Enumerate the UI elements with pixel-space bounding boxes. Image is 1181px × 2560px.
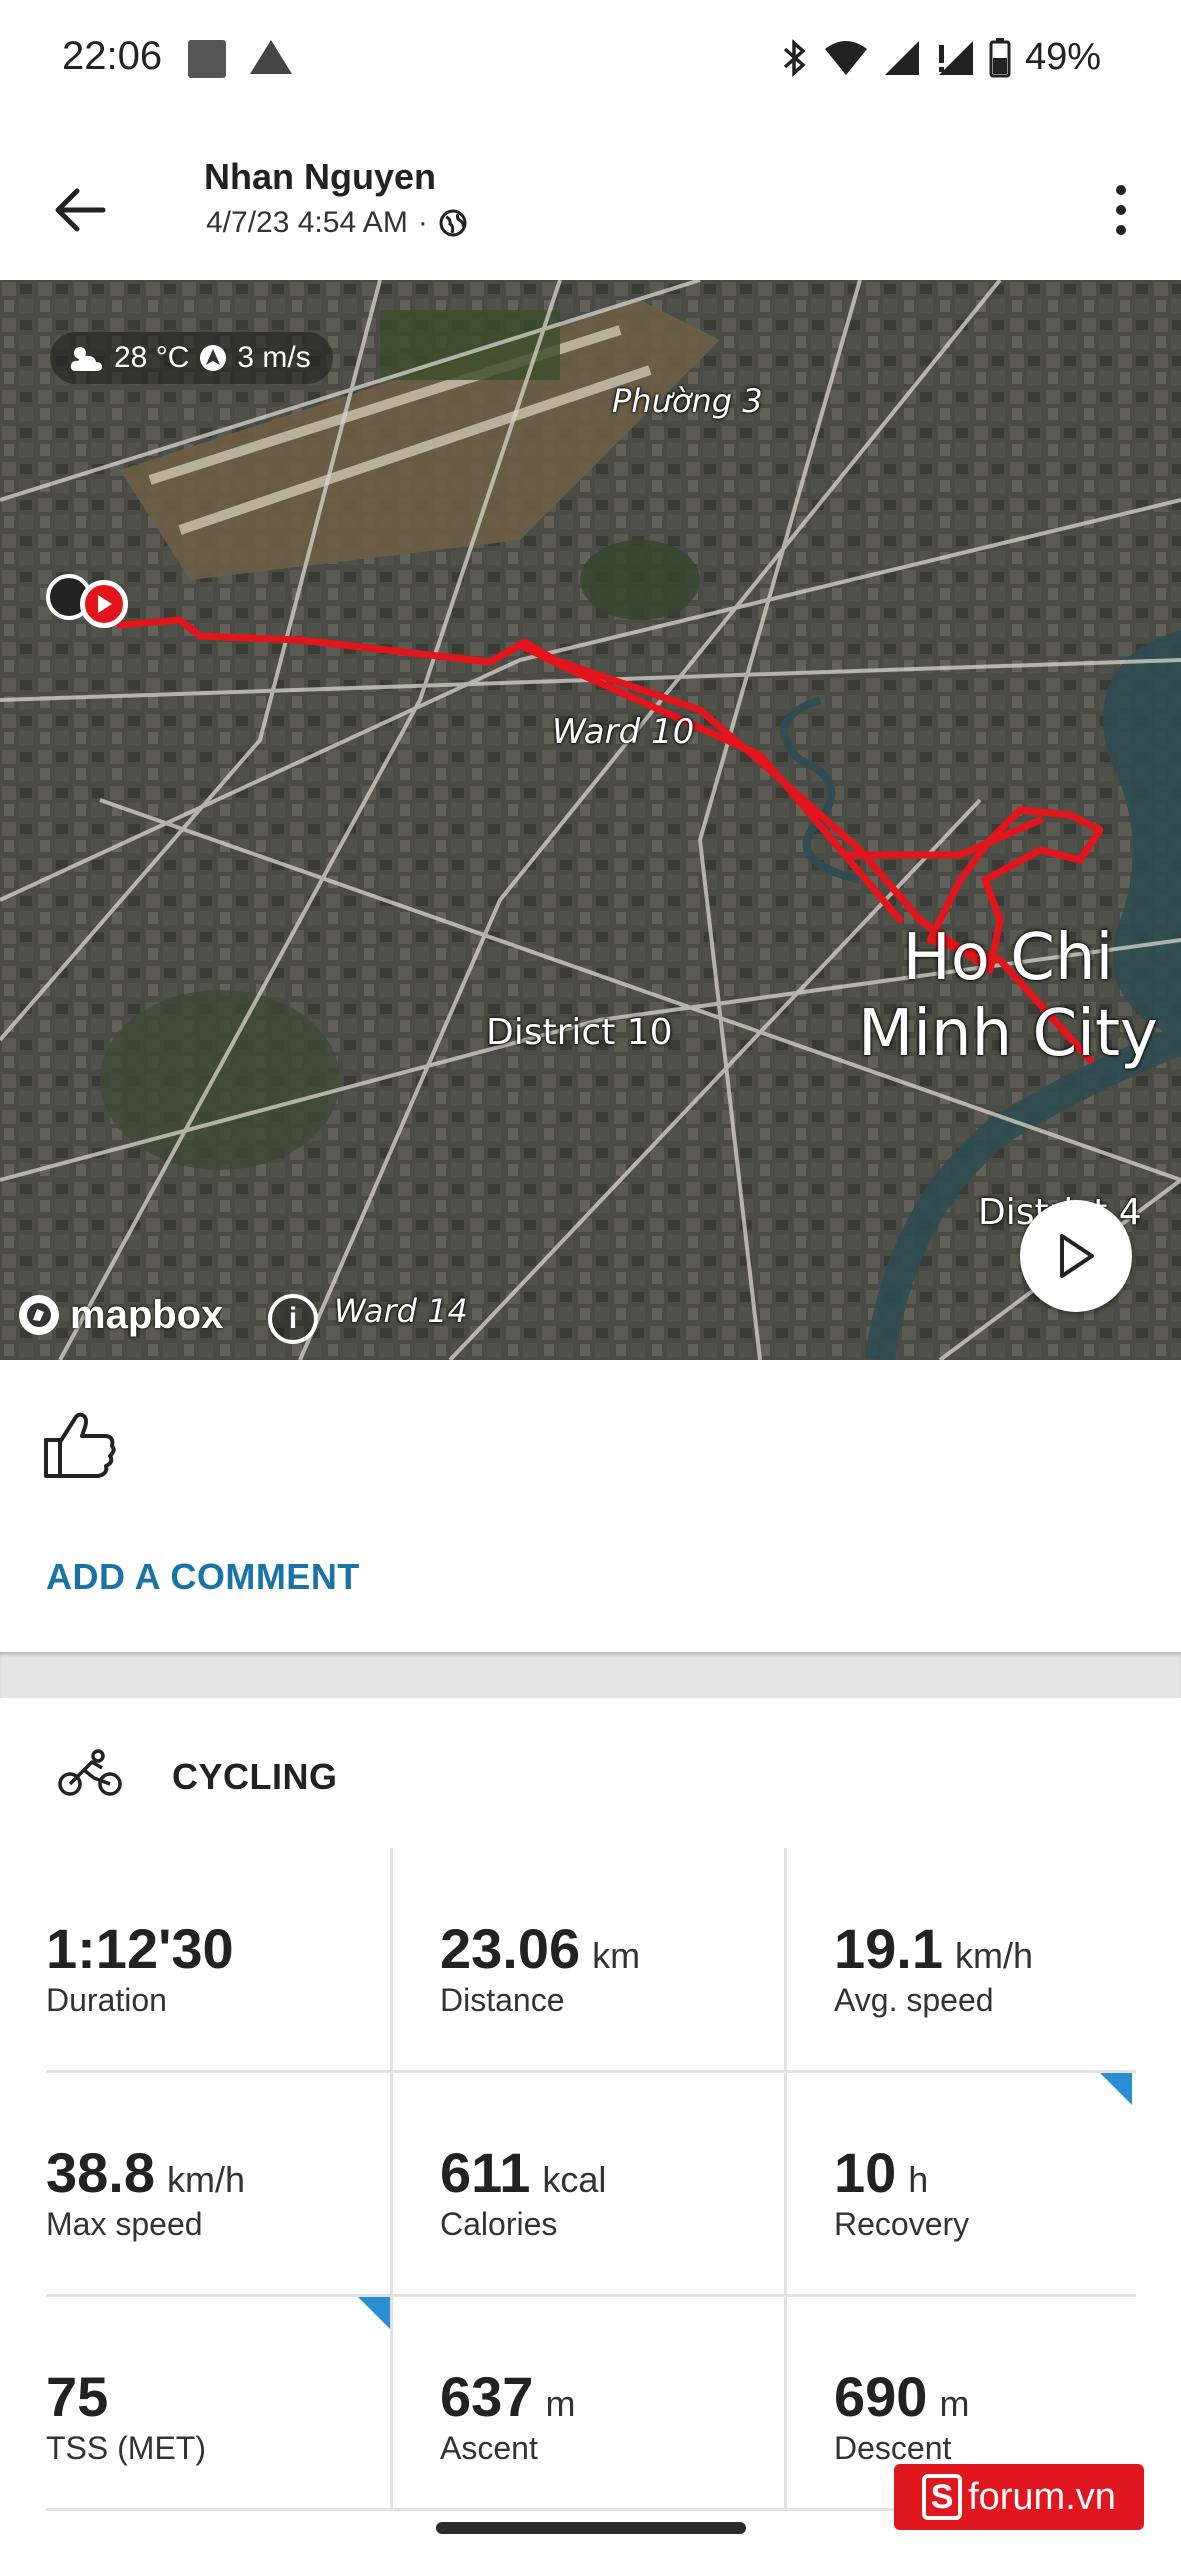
stat-max-speed[interactable]: 38.8 km/h Max speed (46, 2072, 409, 2296)
cycling-icon (58, 1749, 122, 1796)
stat-label: Distance (440, 1982, 565, 2018)
dot (1116, 225, 1126, 235)
status-time: 22:06 (62, 34, 163, 78)
stat-unit: m (939, 2383, 970, 2424)
stat-value: 611 (440, 2141, 531, 2204)
battery-percent: 49% (1024, 36, 1101, 78)
route-map[interactable]: 28 °C 3 m/s Phường 3 Ward 10 District 10… (0, 280, 1181, 1360)
map-label-hcm-line1: Ho Chi (902, 921, 1114, 995)
stat-avg-speed[interactable]: 19.1 km/h Avg. speed (834, 1848, 1181, 2072)
start-marker-icon (80, 580, 128, 628)
stat-unit: km/h (955, 1935, 1034, 1976)
map-label-ward-10: Ward 10 (552, 712, 695, 752)
stat-unit: m (545, 2383, 576, 2424)
stat-label: Descent (834, 2430, 952, 2466)
battery-icon (989, 37, 1011, 77)
grid-divider (784, 1848, 787, 2510)
watermark-logo: S (922, 2474, 963, 2520)
like-button[interactable] (40, 1404, 120, 1484)
stat-unit: km (592, 1935, 641, 1976)
sport-name: CYCLING (172, 1756, 338, 1797)
wind-speed: 3 m/s (237, 341, 311, 374)
mapbox-wordmark: mapbox (70, 1292, 224, 1337)
map-label-ward-14: Ward 14 (334, 1292, 468, 1330)
home-indicator[interactable] (436, 2522, 746, 2534)
map-label-hcm-line2: Minh City (858, 997, 1158, 1071)
dot (1116, 205, 1126, 215)
stat-unit: h (908, 2159, 929, 2200)
mapbox-icon (19, 1295, 59, 1335)
activity-summary: CYCLING 1:12'30 Duration 23.06 km Distanc… (0, 1698, 1181, 2560)
stat-value: 23.06 (440, 1917, 581, 1980)
wind-direction-icon (200, 345, 227, 371)
weather-badge: 28 °C 3 m/s (50, 332, 333, 384)
more-options-button[interactable] (1091, 170, 1151, 250)
map-info-icon[interactable]: i (268, 1294, 318, 1344)
globe-icon (439, 209, 467, 237)
stat-label: Duration (46, 1982, 167, 2018)
watermark-text: forum.vn (968, 2475, 1116, 2518)
replay-route-button[interactable] (1020, 1200, 1132, 1312)
back-button[interactable] (40, 170, 120, 250)
status-bar: 22:06 49% (0, 0, 1181, 120)
status-icons: 49% (781, 36, 1101, 79)
stat-label: Calories (440, 2206, 558, 2242)
sport-header: CYCLING (0, 1698, 1181, 1848)
stat-unit: km/h (167, 2159, 246, 2200)
sforum-watermark: S forum.vn (894, 2464, 1144, 2530)
activity-datetime: 4/7/23 4:54 AM (206, 206, 408, 239)
stat-value: 38.8 (46, 2141, 155, 2204)
stat-label: Avg. speed (834, 1982, 994, 2018)
stat-label: TSS (MET) (46, 2430, 206, 2466)
stat-ascent[interactable]: 637 m Ascent (440, 2296, 803, 2520)
section-divider (0, 1652, 1181, 1698)
map-label-district-10: District 10 (486, 1012, 673, 1053)
grid-divider (46, 2070, 1136, 2073)
map-label-phuong-3: Phường 3 (612, 382, 763, 420)
stat-distance[interactable]: 23.06 km Distance (440, 1848, 803, 2072)
thumbs-up-icon (44, 1412, 116, 1478)
stat-tss[interactable]: 75 TSS (MET) (46, 2296, 409, 2520)
signal-alert-icon (938, 40, 973, 75)
wifi-icon (824, 40, 867, 75)
stat-duration[interactable]: 1:12'30 Duration (46, 1848, 409, 2072)
stat-recovery[interactable]: 10 h Recovery (834, 2072, 1181, 2296)
activity-header: Nhan Nguyen 4/7/23 4:54 AM · (0, 120, 1181, 280)
stat-label: Ascent (440, 2430, 538, 2466)
stat-value: 690 (834, 2365, 928, 2428)
partly-cloudy-icon (70, 347, 102, 371)
dot (1116, 185, 1126, 195)
notification-square-icon (188, 40, 226, 78)
temperature: 28 °C (114, 341, 190, 374)
meta-separator: · (417, 206, 428, 239)
stat-value: 637 (440, 2365, 534, 2428)
bluetooth-icon (783, 38, 806, 77)
social-section: ADD A COMMENT (0, 1360, 1181, 1652)
map-label-ho-chi-minh-city: Ho Chi Minh City (858, 920, 1158, 1072)
user-name[interactable]: Nhan Nguyen (204, 156, 436, 198)
stat-unit: kcal (542, 2159, 607, 2200)
stat-calories[interactable]: 611 kcal Calories (440, 2072, 803, 2296)
stat-label: Max speed (46, 2206, 203, 2242)
grid-divider (390, 1848, 393, 2510)
arrow-back-icon (55, 188, 106, 232)
stat-label: Recovery (834, 2206, 970, 2242)
stat-value: 19.1 (834, 1917, 943, 1980)
play-icon (1060, 1234, 1094, 1278)
add-comment-button[interactable]: ADD A COMMENT (46, 1556, 360, 1598)
stat-value: 75 (46, 2365, 109, 2428)
stat-info-corner-icon (1100, 2073, 1132, 2105)
activity-meta: 4/7/23 4:54 AM · (206, 206, 468, 240)
stat-info-corner-icon (358, 2297, 390, 2329)
notification-triangle-icon (250, 40, 292, 74)
signal-icon (884, 40, 919, 75)
grid-divider (46, 2294, 1136, 2297)
mapbox-logo: mapbox (14, 1290, 223, 1340)
stat-value: 10 (834, 2141, 897, 2204)
stat-value: 1:12'30 (46, 1917, 234, 1980)
